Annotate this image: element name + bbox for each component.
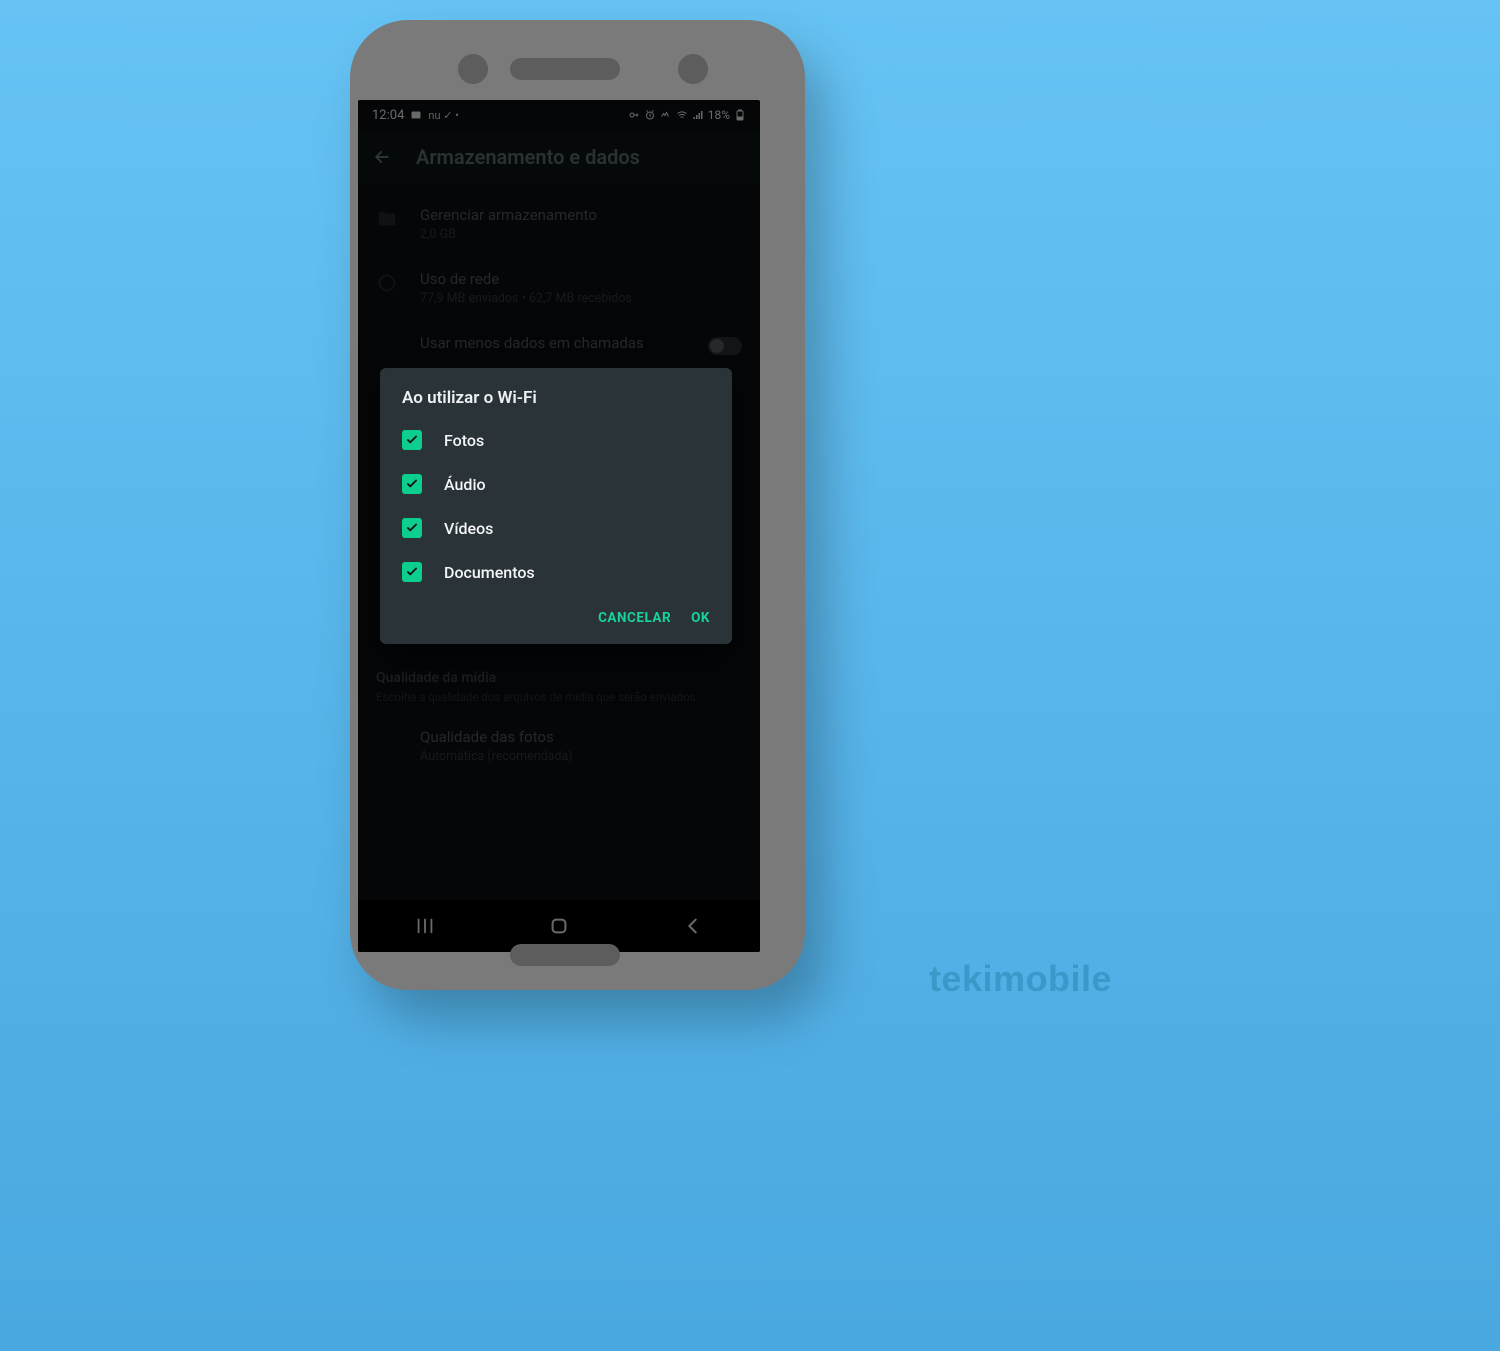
wifi-download-dialog: Ao utilizar o Wi-Fi Fotos Áudio: [380, 368, 732, 644]
checkbox-documents[interactable]: [402, 562, 422, 582]
option-audio-label: Áudio: [444, 475, 486, 494]
checkbox-videos[interactable]: [402, 518, 422, 538]
check-icon: [405, 433, 419, 447]
phone-camera: [678, 54, 708, 84]
checkbox-audio[interactable]: [402, 474, 422, 494]
watermark-text: tekimobile: [929, 958, 1112, 1000]
phone-frame: 12:04 nu ✓ • 18% Armazenamento e dado: [350, 20, 805, 990]
option-audio[interactable]: Áudio: [392, 462, 720, 506]
phone-sensor: [458, 54, 488, 84]
option-videos[interactable]: Vídeos: [392, 506, 720, 550]
check-icon: [405, 565, 419, 579]
phone-chin: [510, 944, 620, 966]
option-photos[interactable]: Fotos: [392, 418, 720, 462]
option-documents[interactable]: Documentos: [392, 550, 720, 594]
ok-button[interactable]: OK: [691, 610, 710, 626]
checkbox-photos[interactable]: [402, 430, 422, 450]
option-photos-label: Fotos: [444, 431, 484, 450]
option-documents-label: Documentos: [444, 563, 535, 582]
cancel-button[interactable]: CANCELAR: [598, 610, 671, 626]
option-videos-label: Vídeos: [444, 519, 493, 538]
dialog-title: Ao utilizar o Wi-Fi: [380, 368, 732, 418]
check-icon: [405, 521, 419, 535]
screen: 12:04 nu ✓ • 18% Armazenamento e dado: [358, 100, 760, 952]
check-icon: [405, 477, 419, 491]
phone-speaker: [510, 58, 620, 80]
